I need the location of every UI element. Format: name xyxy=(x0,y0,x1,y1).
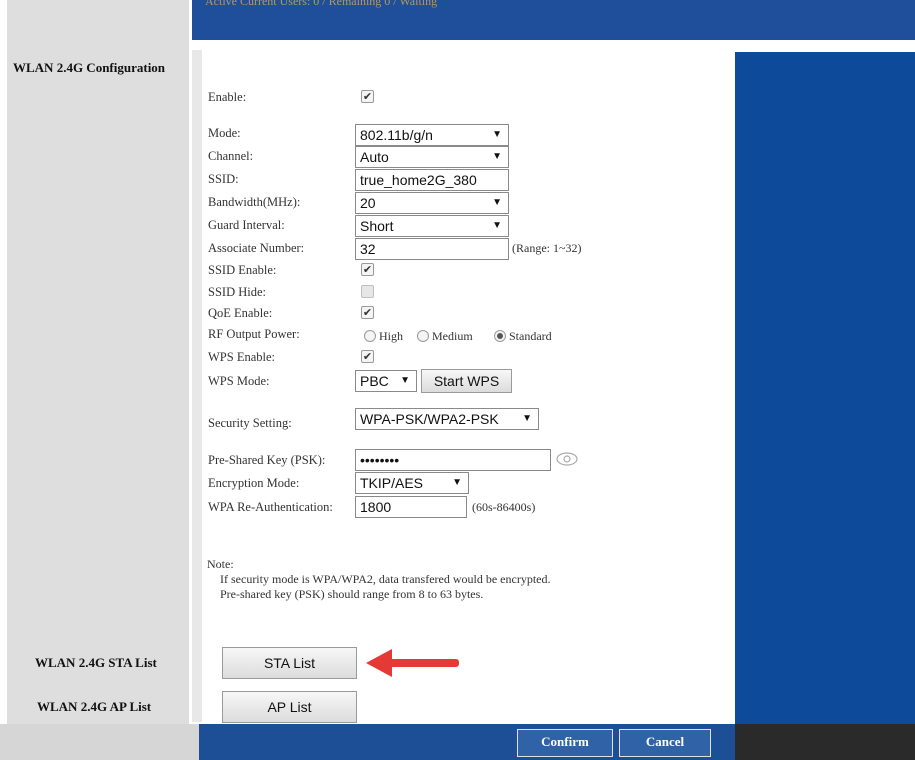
section-wlan-config-label: WLAN 2.4G Configuration xyxy=(13,60,166,75)
qoe-enable-checkbox[interactable]: ✔ xyxy=(361,306,374,319)
red-arrow-svg xyxy=(366,649,459,677)
note-line-2: Pre-shared key (PSK) should range from 8… xyxy=(220,587,484,601)
rf-output-power-label: RF Output Power: xyxy=(208,327,300,341)
encryption-mode-select-value: TKIP/AES xyxy=(360,475,424,491)
wps-enable-checkbox[interactable]: ✔ xyxy=(361,350,374,363)
bandwidth-label: Bandwidth(MHz): xyxy=(208,195,301,209)
dropdown-arrow-icon: ▼ xyxy=(492,129,502,140)
wpa-reauth-label: WPA Re-Authentication: xyxy=(208,500,333,514)
mode-select-value: 802.11b/g/n xyxy=(360,127,433,143)
bandwidth-select-value: 20 xyxy=(360,195,376,211)
dropdown-arrow-icon: ▼ xyxy=(400,375,410,386)
associate-number-input[interactable]: 32 xyxy=(355,238,509,260)
confirm-button[interactable]: Confirm xyxy=(517,729,613,757)
cancel-button[interactable]: Cancel xyxy=(619,729,711,757)
encryption-mode-select[interactable]: TKIP/AES ▼ xyxy=(355,472,469,494)
mode-label: Mode: xyxy=(208,126,241,140)
rf-standard-radio[interactable] xyxy=(494,330,506,342)
rf-medium-label: Medium xyxy=(432,329,473,343)
bottom-left-strip xyxy=(0,724,199,760)
ssid-enable-label: SSID Enable: xyxy=(208,263,277,277)
channel-select[interactable]: Auto ▼ xyxy=(355,146,509,168)
rf-standard-label: Standard xyxy=(509,329,552,343)
dropdown-arrow-icon: ▼ xyxy=(452,477,462,488)
annotation-arrow-icon xyxy=(362,646,462,680)
guard-interval-select-value: Short xyxy=(360,218,394,234)
wps-mode-select[interactable]: PBC ▼ xyxy=(355,370,417,392)
guard-interval-select[interactable]: Short ▼ xyxy=(355,215,509,237)
mode-select[interactable]: 802.11b/g/n ▼ xyxy=(355,124,509,146)
channel-select-value: Auto xyxy=(360,149,389,165)
eye-icon-svg xyxy=(556,452,578,466)
ssid-hide-checkbox[interactable] xyxy=(361,285,374,298)
psk-input[interactable]: •••••••• xyxy=(355,449,551,471)
wpa-reauth-hint: (60s-86400s) xyxy=(472,500,536,514)
note-title: Note: xyxy=(207,557,234,571)
enable-label: Enable: xyxy=(208,90,247,104)
bandwidth-select[interactable]: 20 ▼ xyxy=(355,192,509,214)
ssid-hide-label: SSID Hide: xyxy=(208,285,266,299)
wps-mode-label: WPS Mode: xyxy=(208,374,270,388)
channel-label: Channel: xyxy=(208,149,254,163)
ssid-enable-checkbox[interactable]: ✔ xyxy=(361,263,374,276)
ssid-input[interactable]: true_home2G_380 xyxy=(355,169,509,191)
dropdown-arrow-icon: ▼ xyxy=(492,197,502,208)
show-password-eye-icon[interactable] xyxy=(556,452,578,466)
security-setting-label: Security Setting: xyxy=(208,416,292,430)
ssid-label: SSID: xyxy=(208,172,239,186)
start-wps-button[interactable]: Start WPS xyxy=(421,369,512,393)
qoe-enable-label: QoE Enable: xyxy=(208,306,273,320)
rf-high-label: High xyxy=(379,329,403,343)
note-line-1: If security mode is WPA/WPA2, data trans… xyxy=(220,572,551,586)
wps-enable-label: WPS Enable: xyxy=(208,350,276,364)
wps-mode-select-value: PBC xyxy=(360,373,389,389)
right-side-panel xyxy=(735,52,915,724)
associate-range-hint: (Range: 1~32) xyxy=(512,241,582,255)
rf-medium-radio[interactable] xyxy=(417,330,429,342)
ap-list-button[interactable]: AP List xyxy=(222,691,357,723)
associate-number-label: Associate Number: xyxy=(208,241,305,255)
wpa-reauth-input[interactable]: 1800 xyxy=(355,496,467,518)
encryption-mode-label: Encryption Mode: xyxy=(208,476,300,490)
dropdown-arrow-icon: ▼ xyxy=(492,151,502,162)
dropdown-arrow-icon: ▼ xyxy=(492,220,502,231)
psk-label: Pre-Shared Key (PSK): xyxy=(208,453,326,467)
banner-text: Active Current Users: 0 / Remaining 0 / … xyxy=(205,0,438,8)
left-label-column xyxy=(0,0,189,760)
enable-checkbox[interactable]: ✔ xyxy=(361,90,374,103)
section-ap-list-label: WLAN 2.4G AP List xyxy=(37,699,152,714)
rf-high-radio[interactable] xyxy=(364,330,376,342)
security-setting-select[interactable]: WPA-PSK/WPA2-PSK ▼ xyxy=(355,408,539,430)
section-sta-list-label: WLAN 2.4G STA List xyxy=(35,655,157,670)
bottom-right-strip xyxy=(735,724,915,760)
security-setting-select-value: WPA-PSK/WPA2-PSK xyxy=(360,411,499,427)
sta-list-button[interactable]: STA List xyxy=(222,647,357,679)
guard-interval-label: Guard Interval: xyxy=(208,218,285,232)
dropdown-arrow-icon: ▼ xyxy=(522,413,532,424)
left-edge xyxy=(0,0,7,760)
content-border xyxy=(192,50,202,722)
